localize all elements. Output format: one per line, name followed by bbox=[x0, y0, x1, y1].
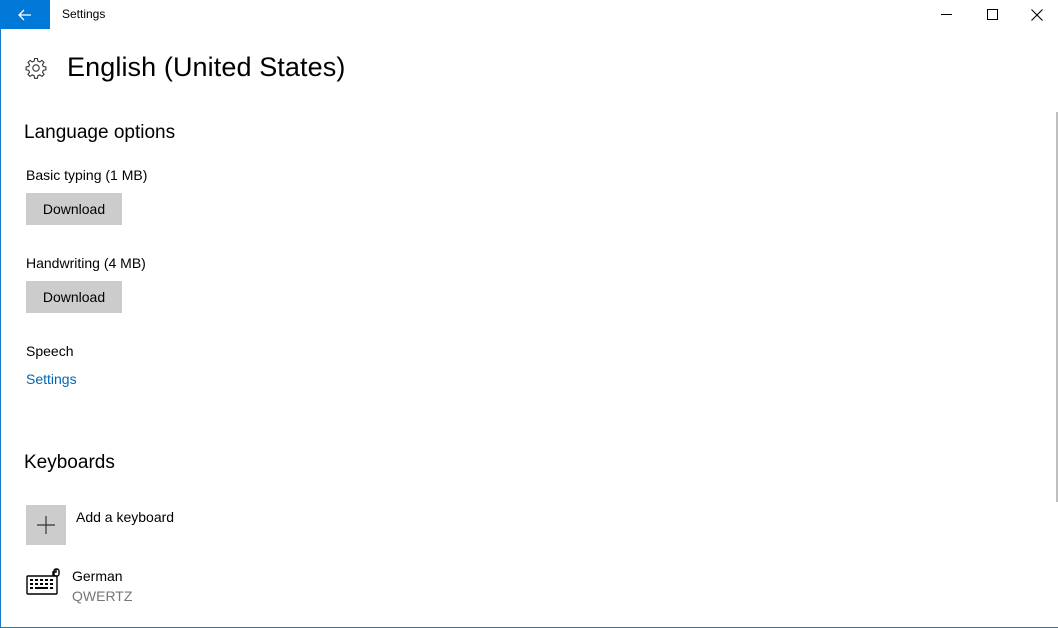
title-bar: Settings bbox=[0, 0, 1058, 29]
back-arrow-icon bbox=[18, 9, 31, 20]
minimize-button[interactable] bbox=[923, 0, 969, 29]
settings-window: Settings English (United States) Languag… bbox=[0, 0, 1058, 628]
page-title: English (United States) bbox=[67, 52, 346, 82]
basic-typing-label: Basic typing (1 MB) bbox=[26, 167, 148, 183]
keyboard-item-german[interactable]: German QWERTZ bbox=[26, 566, 132, 606]
speech-settings-link[interactable]: Settings bbox=[26, 371, 77, 387]
basic-typing-download-button[interactable]: Download bbox=[26, 193, 122, 225]
speech-label: Speech bbox=[26, 343, 74, 359]
close-icon bbox=[1031, 8, 1043, 21]
close-button[interactable] bbox=[1014, 0, 1058, 29]
keyboards-heading: Keyboards bbox=[24, 452, 115, 473]
window-title: Settings bbox=[62, 7, 106, 21]
add-keyboard-button[interactable]: Add a keyboard bbox=[26, 505, 174, 545]
keyboard-layout: QWERTZ bbox=[72, 588, 133, 604]
page-header: English (United States) bbox=[25, 52, 345, 83]
gear-icon bbox=[25, 57, 47, 79]
keyboard-icon bbox=[26, 568, 60, 595]
maximize-icon bbox=[986, 9, 998, 20]
add-keyboard-label: Add a keyboard bbox=[76, 509, 175, 525]
maximize-button[interactable] bbox=[969, 0, 1015, 29]
back-button[interactable] bbox=[0, 0, 50, 29]
language-options-heading: Language options bbox=[24, 122, 176, 143]
minimize-icon bbox=[940, 14, 952, 15]
plus-icon bbox=[37, 516, 55, 534]
add-tile bbox=[26, 505, 66, 545]
keyboard-name: German bbox=[72, 568, 123, 584]
handwriting-label: Handwriting (4 MB) bbox=[26, 255, 146, 271]
handwriting-download-button[interactable]: Download bbox=[26, 281, 122, 313]
